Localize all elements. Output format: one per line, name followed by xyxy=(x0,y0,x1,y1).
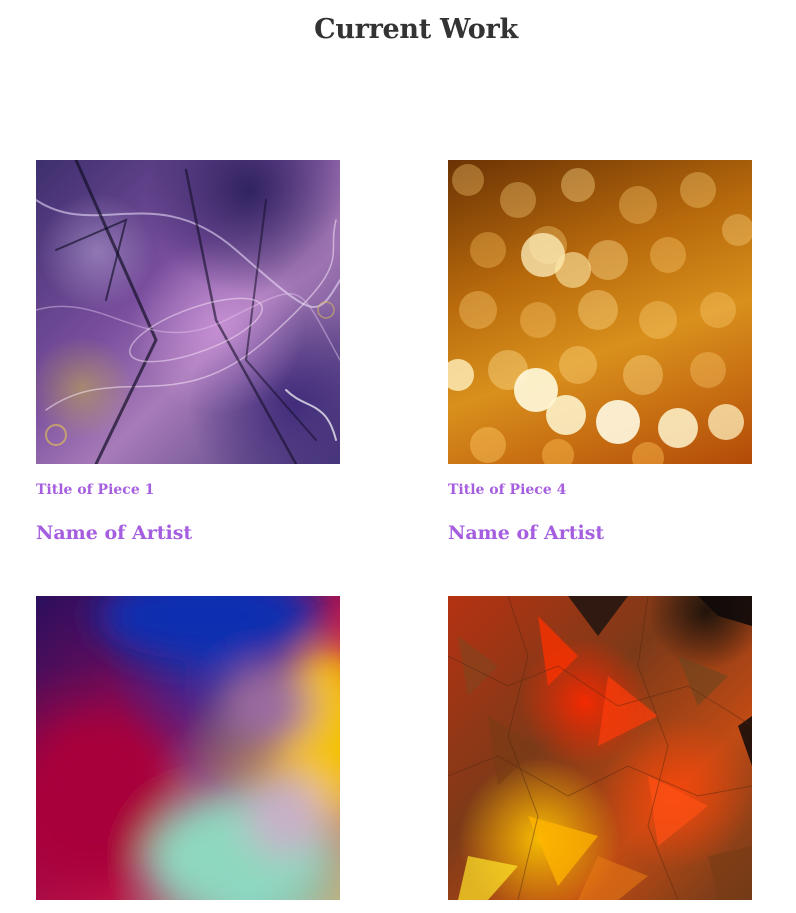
artwork-image-4[interactable] xyxy=(448,596,752,900)
abstract-purple-artwork xyxy=(36,160,340,464)
page-title: Current Work xyxy=(314,14,518,45)
artwork-image-3[interactable] xyxy=(36,596,340,900)
piece-title[interactable]: Title of Piece 4 xyxy=(448,482,566,498)
artwork-image-2[interactable] xyxy=(448,160,752,464)
piece-title[interactable]: Title of Piece 1 xyxy=(36,482,154,498)
golden-bokeh-artwork xyxy=(448,164,752,464)
artist-name[interactable]: Name of Artist xyxy=(448,522,604,544)
artist-name[interactable]: Name of Artist xyxy=(36,522,192,544)
artwork-image-1[interactable] xyxy=(36,160,340,464)
blurred-rainbow-artwork xyxy=(36,596,340,900)
orange-crackle-artwork xyxy=(448,596,752,900)
